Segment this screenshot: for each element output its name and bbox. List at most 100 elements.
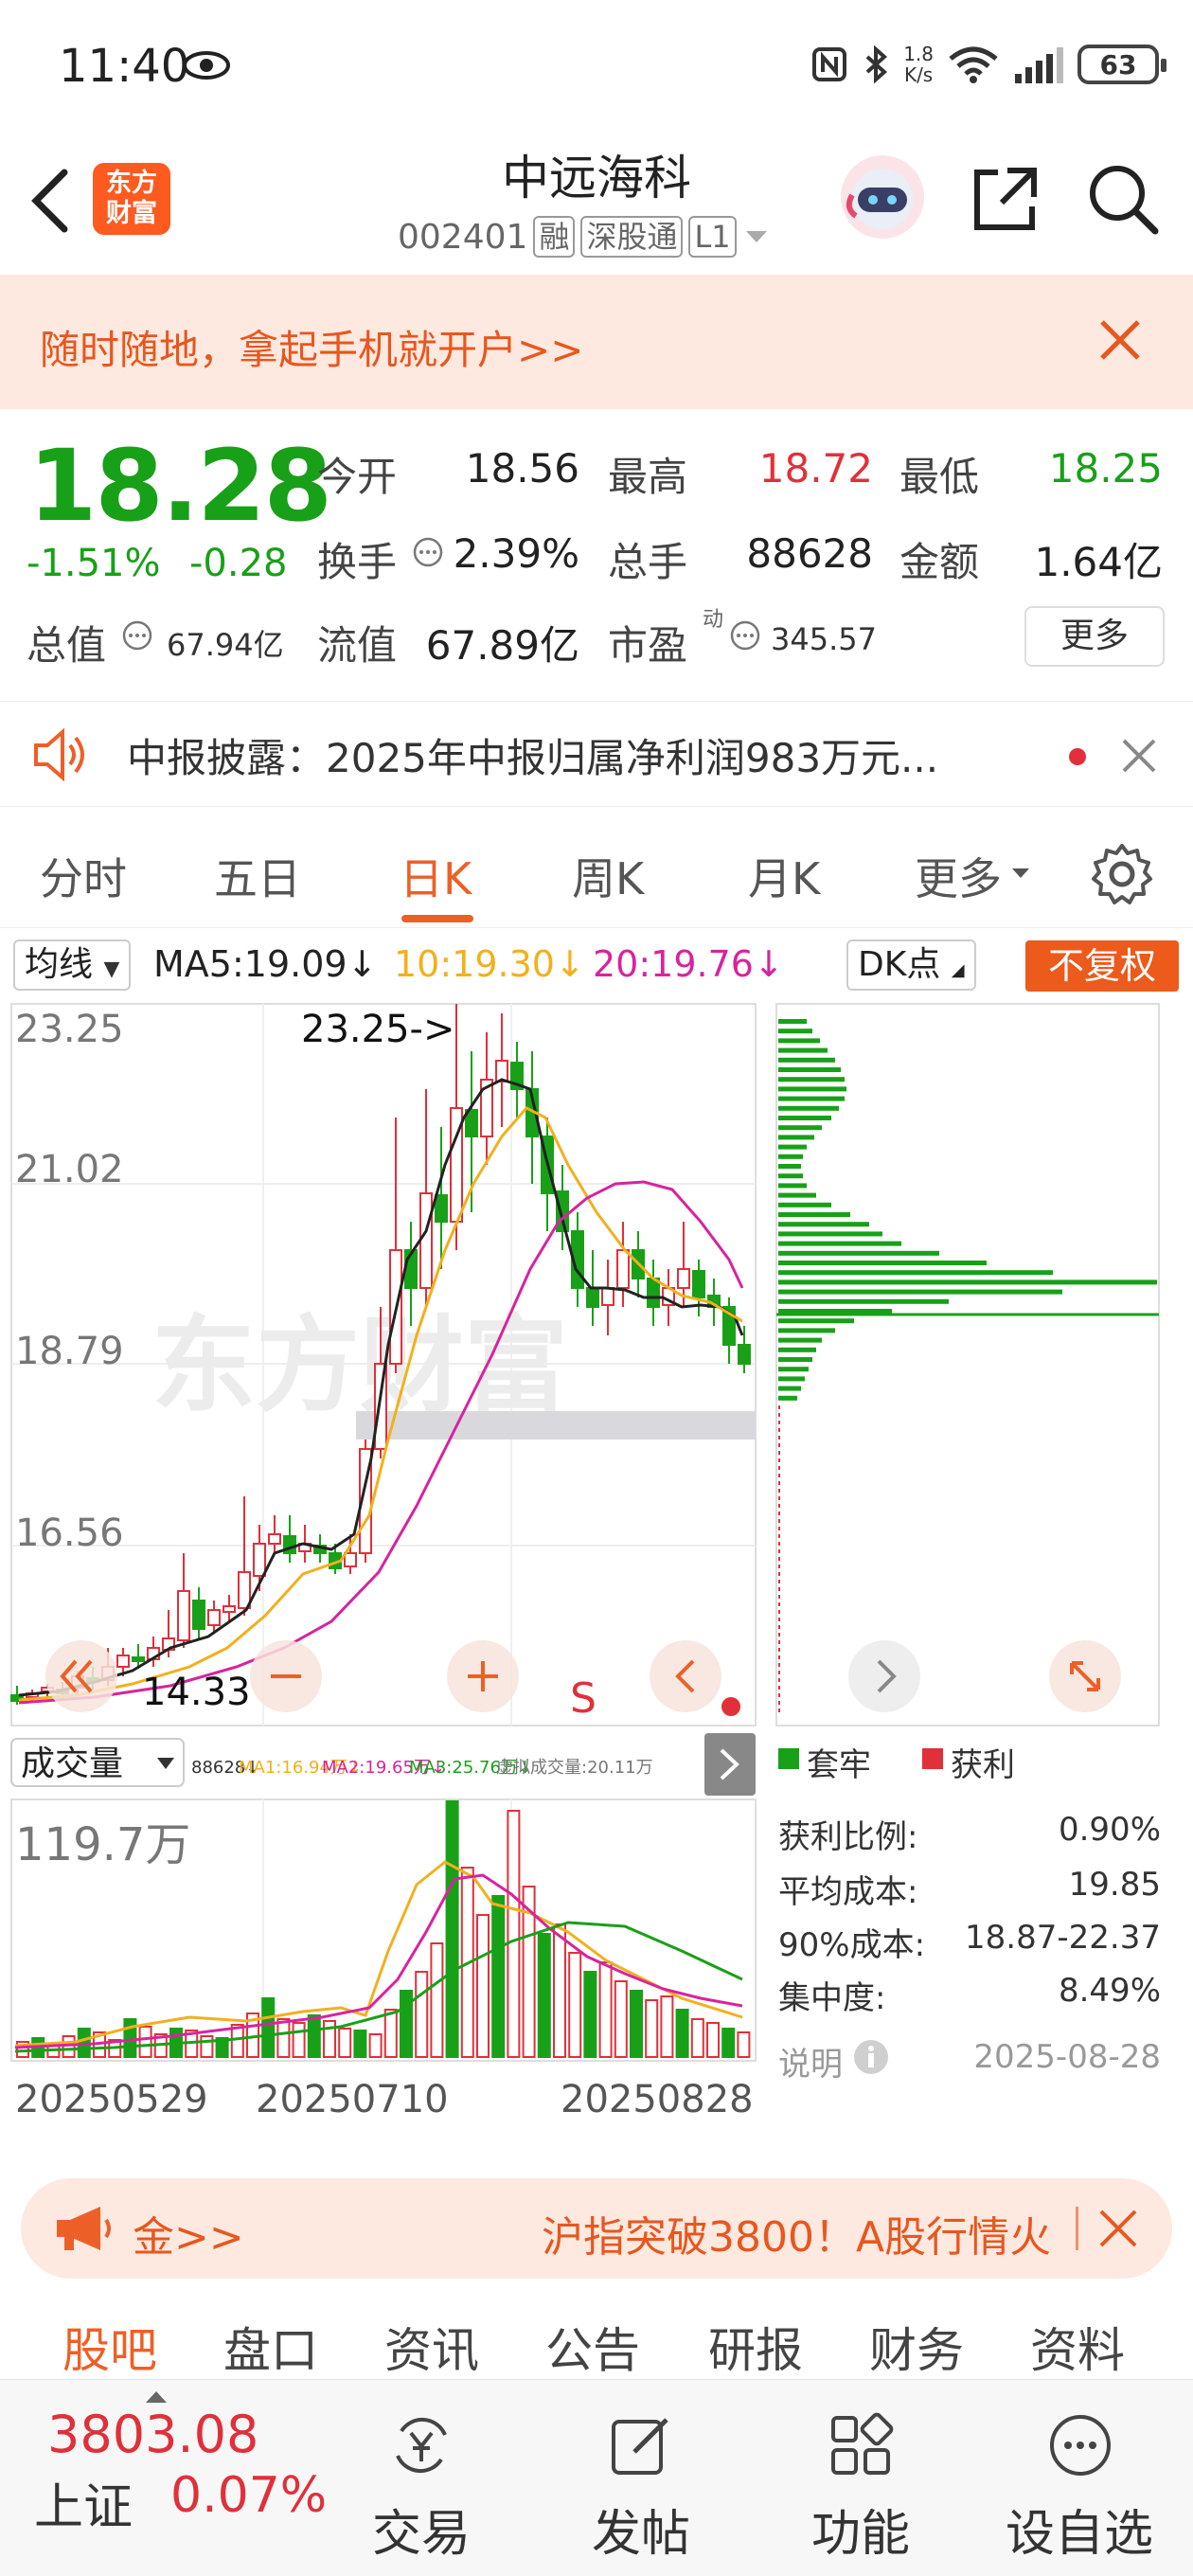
- more-circle-icon[interactable]: [1047, 2412, 1113, 2478]
- chip-bar-profit: [778, 1671, 780, 1674]
- tag-connect: 深股通: [580, 216, 684, 258]
- tab-more[interactable]: 更多: [915, 845, 1002, 907]
- report-notice[interactable]: 中报披露：2025年中报归属净利润983万元...: [0, 701, 1193, 807]
- tab-forum[interactable]: 股吧: [62, 2313, 157, 2381]
- close-icon[interactable]: [1098, 318, 1142, 362]
- avg-cost-value: 19.85: [1068, 1866, 1161, 1904]
- chip-bar-profit: [778, 1512, 780, 1515]
- chip-bar: [778, 1261, 987, 1265]
- assistant-avatar-icon[interactable]: [839, 153, 926, 241]
- chip-bar-profit: [778, 1421, 780, 1424]
- chip-bar: [778, 1241, 901, 1246]
- candle-body: [132, 1656, 145, 1662]
- megaphone-icon: [57, 2207, 111, 2250]
- chip-bar: [778, 1192, 816, 1198]
- chip-bar: [778, 1173, 803, 1179]
- status-bar: 11:40 1.8 K/s 63: [0, 0, 1193, 133]
- volume-bar: [445, 1800, 459, 2058]
- chip-bar-profit: [778, 1565, 780, 1568]
- chip-bar: [778, 1164, 801, 1169]
- stock-code-row[interactable]: 002401 融 深股通 L1: [398, 216, 771, 258]
- volume-bar: [292, 2022, 306, 2058]
- tag-margin: 融: [533, 216, 576, 258]
- close-icon[interactable]: [1121, 738, 1157, 774]
- chip-bar-profit: [778, 1436, 780, 1440]
- info-dots-icon[interactable]: [412, 536, 444, 568]
- index-value[interactable]: 3803.08: [47, 2405, 258, 2464]
- rewind-button[interactable]: [45, 1640, 117, 1712]
- chip-bar-profit: [778, 1549, 780, 1553]
- candle-body: [692, 1270, 705, 1298]
- collapse-panel-button[interactable]: [704, 1733, 756, 1796]
- price-label-3: 18.79: [15, 1330, 124, 1373]
- candle-body: [616, 1249, 630, 1289]
- share-icon[interactable]: [970, 163, 1042, 235]
- chip-bar: [778, 1250, 939, 1256]
- gear-icon[interactable]: [1089, 841, 1155, 907]
- volume-bar: [630, 1990, 643, 2058]
- tab-weekly-k[interactable]: 周K: [572, 845, 644, 907]
- tab-monthly-k[interactable]: 月K: [748, 845, 820, 907]
- volume-bar: [690, 2018, 704, 2058]
- volume-bar: [123, 2018, 137, 2058]
- post-icon[interactable]: [608, 2412, 674, 2478]
- pe-superscript: 动: [703, 608, 724, 632]
- chip-bar-profit: [778, 1466, 780, 1470]
- tab-profile[interactable]: 资料: [1030, 2313, 1125, 2381]
- tab-orderbook[interactable]: 盘口: [223, 2313, 318, 2381]
- chip-bar: [778, 1067, 841, 1072]
- index-name[interactable]: 上证: [34, 2467, 133, 2538]
- nav-trade[interactable]: 交易: [327, 2494, 516, 2565]
- step-left-button[interactable]: [650, 1640, 721, 1712]
- open-account-banner[interactable]: 随时随地，拿起手机就开户>>: [0, 275, 1193, 409]
- low-label: 最低: [899, 454, 980, 500]
- trade-icon[interactable]: [388, 2412, 454, 2478]
- info-icon[interactable]: [852, 2038, 890, 2076]
- nav-functions[interactable]: 功能: [766, 2494, 955, 2565]
- volume-bar: [138, 2026, 152, 2058]
- chip-bar-profit: [778, 1534, 780, 1538]
- volume-legend-virtual: 虚拟成交量:20.11万: [496, 1758, 653, 1778]
- net-speed: 1.8 K/s: [903, 44, 934, 85]
- chip-next-button[interactable]: [848, 1640, 920, 1712]
- tab-intraday[interactable]: 分时: [40, 845, 127, 907]
- info-dots-icon[interactable]: [729, 619, 761, 652]
- dk-point-selector[interactable]: DK点 ◢: [846, 939, 976, 991]
- candle-body: [177, 1590, 190, 1641]
- info-dots-icon[interactable]: [121, 619, 153, 652]
- profit-ratio-value: 0.90%: [1058, 1811, 1161, 1849]
- volume-value: 88628: [746, 530, 873, 577]
- signal-icon: [1015, 47, 1063, 83]
- tab-finance[interactable]: 财务: [869, 2313, 964, 2381]
- tag-level: L1: [688, 216, 737, 258]
- chip-note-label[interactable]: 说明: [778, 2038, 843, 2084]
- nav-post[interactable]: 发帖: [546, 2494, 736, 2565]
- close-icon[interactable]: [1098, 2209, 1138, 2248]
- chip-bar-profit: [778, 1504, 780, 1508]
- tab-daily-k[interactable]: 日K: [400, 845, 472, 907]
- tab-news[interactable]: 资讯: [384, 2313, 479, 2381]
- volume-bar: [645, 1999, 659, 2058]
- chip-bar: [778, 1047, 828, 1053]
- clock: 11:40: [59, 40, 190, 93]
- chip-bar-profit: [778, 1580, 780, 1583]
- profit-legend: 获利: [951, 1746, 1015, 1784]
- function-grid-icon[interactable]: [828, 2412, 894, 2478]
- chip-bar-profit: [778, 1678, 780, 1682]
- promo-banner[interactable]: 金>> 沪指突破3800！A股行情火: [21, 2178, 1172, 2279]
- search-icon[interactable]: [1085, 161, 1161, 237]
- chip-bar: [778, 1318, 854, 1324]
- tab-research[interactable]: 研报: [708, 2313, 803, 2381]
- chip-bar: [778, 1357, 812, 1362]
- tab-announcements[interactable]: 公告: [545, 2313, 640, 2381]
- ma5-value: MA5:19.09↓: [153, 943, 378, 985]
- chip-bar: [778, 1289, 1062, 1295]
- active-tab-indicator: [401, 915, 473, 922]
- nav-add-watchlist[interactable]: 设自选: [985, 2494, 1174, 2565]
- chip-bar: [778, 1367, 809, 1372]
- more-quote-button[interactable]: 更多: [1024, 606, 1165, 667]
- indicator-selector[interactable]: 均线 ▼: [13, 939, 132, 991]
- tab-five-day[interactable]: 五日: [214, 845, 301, 907]
- eye-icon: [183, 51, 230, 80]
- adjust-button[interactable]: 不复权: [1025, 940, 1179, 992]
